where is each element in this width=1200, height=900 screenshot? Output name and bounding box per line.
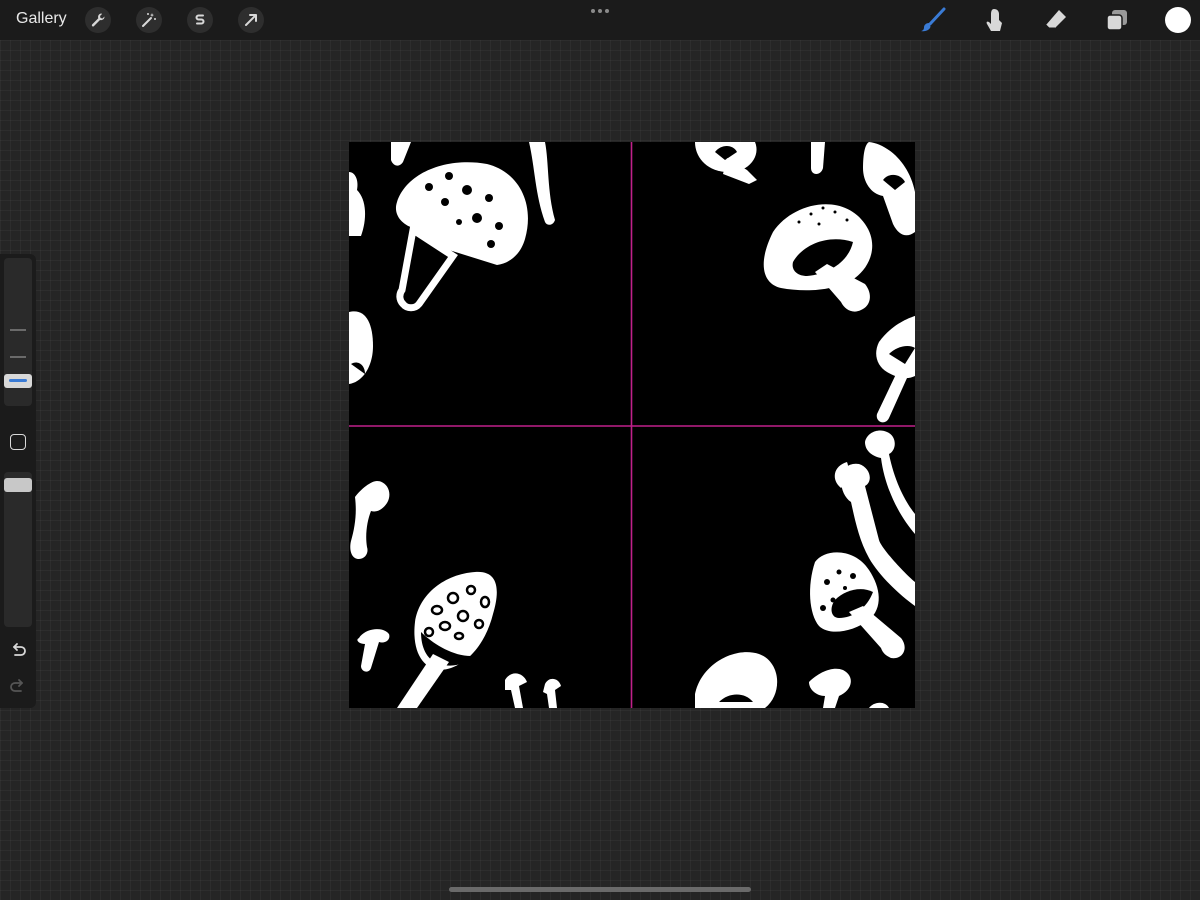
more-dots-icon[interactable] (588, 4, 612, 18)
layers-icon[interactable] (1103, 6, 1131, 34)
brush-size-slider[interactable] (4, 258, 32, 406)
adjustments-button[interactable] (136, 7, 162, 33)
redo-arrow-icon[interactable] (9, 678, 27, 696)
actions-button[interactable] (85, 7, 111, 33)
magic-wand-icon (142, 13, 156, 27)
canvas[interactable] (349, 142, 915, 708)
transform-button[interactable] (238, 7, 264, 33)
wrench-icon (91, 13, 105, 27)
color-swatch[interactable] (1165, 7, 1191, 33)
opacity-thumb[interactable] (4, 478, 32, 492)
arrow-cursor-icon (245, 14, 257, 26)
brush-size-thumb[interactable] (4, 374, 32, 388)
undo-arrow-icon[interactable] (9, 642, 27, 660)
modify-button[interactable] (10, 434, 26, 450)
smudge-finger-icon[interactable] (980, 6, 1008, 34)
slider-tick (10, 329, 26, 331)
selection-s-icon (195, 14, 205, 25)
gallery-button[interactable]: Gallery (16, 10, 67, 28)
opacity-slider[interactable] (4, 472, 32, 627)
slider-tick (10, 356, 26, 358)
left-sidebar (0, 254, 36, 708)
mushroom-artwork (349, 142, 915, 708)
selection-button[interactable] (187, 7, 213, 33)
eraser-icon[interactable] (1042, 6, 1070, 34)
top-toolbar: Gallery (0, 0, 1200, 40)
brush-icon[interactable] (919, 6, 947, 34)
home-indicator[interactable] (449, 887, 751, 892)
